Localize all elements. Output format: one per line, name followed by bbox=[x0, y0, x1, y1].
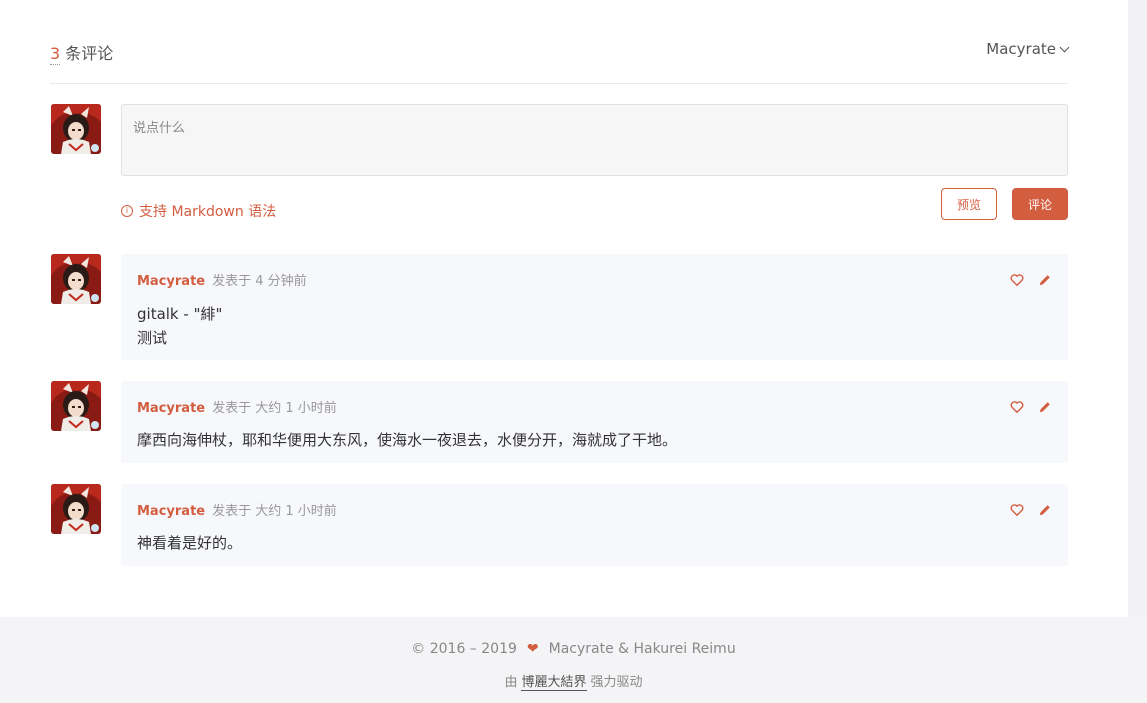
comment-avatar[interactable] bbox=[51, 381, 101, 431]
comment-time: 发表于 大约 1 小时前 bbox=[212, 504, 337, 519]
avatar-image bbox=[51, 381, 101, 431]
comment-avatar[interactable] bbox=[51, 254, 101, 304]
comments-header: 3 条评论 Macyrate bbox=[50, 30, 1070, 84]
comment-count: 3 条评论 bbox=[50, 40, 114, 65]
scrollbar-track[interactable] bbox=[1128, 0, 1147, 617]
comment-body: gitalk - "緋" 测试 bbox=[137, 302, 222, 350]
comment-item: Macyrate 发表于 大约 1 小时前 摩西向海伸杖，耶和华便用大东风，使海水… bbox=[121, 381, 1068, 463]
markdown-tip[interactable]: i 支持 Markdown 语法 bbox=[121, 201, 276, 221]
user-menu[interactable]: Macyrate bbox=[986, 40, 1070, 58]
comment-line: 神看着是好的。 bbox=[137, 534, 243, 552]
heart-outline-icon[interactable] bbox=[1010, 272, 1024, 286]
comment-body: 神看着是好的。 bbox=[137, 531, 242, 555]
site-footer: © 2016 – 2019 ❤ Macyrate & Hakurei Reimu 由… bbox=[0, 617, 1147, 703]
comment-actions bbox=[1010, 502, 1052, 516]
comment-textarea[interactable] bbox=[122, 105, 1067, 175]
comment-item: Macyrate 发表于 4 分钟前 gitalk - "緋" 测试 bbox=[121, 254, 1068, 360]
comment-author[interactable]: Macyrate bbox=[137, 401, 205, 416]
comment-actions bbox=[1010, 399, 1052, 413]
comment-avatar[interactable] bbox=[51, 484, 101, 534]
comment-count-label: 条评论 bbox=[60, 44, 114, 63]
pencil-icon[interactable] bbox=[1038, 272, 1052, 286]
powered-prefix: 由 bbox=[504, 675, 518, 690]
pencil-icon[interactable] bbox=[1038, 399, 1052, 413]
avatar[interactable] bbox=[51, 104, 101, 154]
comment-meta: Macyrate 发表于 大约 1 小时前 bbox=[137, 397, 337, 416]
site-owners: Macyrate & Hakurei Reimu bbox=[548, 641, 736, 657]
submit-comment-button[interactable]: 评论 bbox=[1012, 188, 1068, 220]
comment-editor[interactable] bbox=[121, 104, 1068, 176]
footer-powered-line: 由博麗大結界 强力驱动 bbox=[0, 671, 1147, 691]
heart-outline-icon[interactable] bbox=[1010, 502, 1024, 516]
comment-actions bbox=[1010, 272, 1052, 286]
comment-body: 摩西向海伸杖，耶和华便用大东风，使海水一夜退去，水便分开，海就成了干地。 bbox=[137, 428, 677, 452]
user-name[interactable]: Macyrate bbox=[986, 40, 1056, 58]
comment-count-number[interactable]: 3 bbox=[50, 44, 61, 65]
preview-button[interactable]: 预览 bbox=[941, 188, 997, 220]
avatar-image bbox=[51, 484, 101, 534]
comment-line: 摩西向海伸杖，耶和华便用大东风，使海水一夜退去，水便分开，海就成了干地。 bbox=[137, 431, 678, 449]
comment-meta: Macyrate 发表于 4 分钟前 bbox=[137, 270, 307, 289]
comment-time: 发表于 大约 1 小时前 bbox=[212, 401, 337, 416]
footer-copyright-line: © 2016 – 2019 ❤ Macyrate & Hakurei Reimu bbox=[0, 641, 1147, 657]
pencil-icon[interactable] bbox=[1038, 502, 1052, 516]
avatar-image bbox=[51, 254, 101, 304]
heart-icon: ❤ bbox=[526, 641, 539, 657]
markdown-tip-label[interactable]: 支持 Markdown 语法 bbox=[139, 201, 276, 221]
comment-time: 发表于 4 分钟前 bbox=[212, 274, 307, 289]
comment-author[interactable]: Macyrate bbox=[137, 504, 205, 519]
heart-outline-icon[interactable] bbox=[1010, 399, 1024, 413]
avatar-image bbox=[51, 104, 101, 154]
powered-by-link[interactable]: 博麗大結界 bbox=[521, 675, 587, 691]
powered-suffix: 强力驱动 bbox=[590, 675, 643, 690]
comment-meta: Macyrate 发表于 大约 1 小时前 bbox=[137, 500, 337, 519]
info-icon: i bbox=[121, 205, 133, 217]
comment-author[interactable]: Macyrate bbox=[137, 274, 205, 289]
comment-line: gitalk - "緋" bbox=[137, 305, 223, 323]
comment-line: 测试 bbox=[137, 329, 168, 347]
copyright-years: © 2016 – 2019 bbox=[411, 641, 517, 657]
chevron-down-icon[interactable] bbox=[1059, 42, 1070, 53]
comment-item: Macyrate 发表于 大约 1 小时前 神看着是好的。 bbox=[121, 484, 1068, 566]
